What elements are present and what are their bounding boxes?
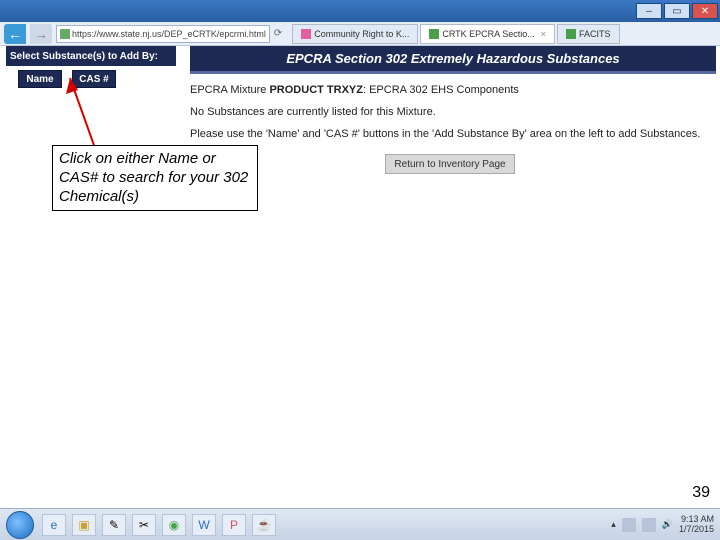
taskbar-icons: e ▣ ✎ ✂ ◉ W P ☕: [42, 514, 276, 536]
chrome-icon[interactable]: ◉: [162, 514, 186, 536]
close-tab-icon[interactable]: ×: [541, 29, 546, 39]
favicon-icon: [566, 29, 576, 39]
maximize-button[interactable]: ▭: [664, 3, 690, 19]
tab-strip: Community Right to K... CRTK EPCRA Secti…: [292, 24, 619, 44]
instruction-text: Please use the 'Name' and 'CAS #' button…: [190, 128, 710, 140]
minimize-button[interactable]: –: [636, 3, 662, 19]
refresh-icon[interactable]: ⟳: [274, 28, 282, 39]
arrow-right-icon: →: [34, 26, 48, 42]
page-banner: EPCRA Section 302 Extremely Hazardous Su…: [190, 46, 716, 74]
back-button[interactable]: ←: [4, 24, 26, 44]
cas-button[interactable]: CAS #: [72, 70, 116, 88]
system-tray: ▴ 🔊 9:13 AM 1/7/2015: [611, 515, 714, 535]
network-icon[interactable]: [642, 518, 656, 532]
no-substances-text: No Substances are currently listed for t…: [190, 106, 710, 118]
tray-up-icon[interactable]: ▴: [611, 519, 616, 530]
explorer-icon[interactable]: ▣: [72, 514, 96, 536]
callout-box: Click on either Name or CAS# to search f…: [52, 145, 258, 211]
app-icon[interactable]: ✎: [102, 514, 126, 536]
clock[interactable]: 9:13 AM 1/7/2015: [679, 515, 714, 535]
lock-icon: [60, 29, 70, 39]
favicon-icon: [301, 29, 311, 39]
powerpoint-icon[interactable]: P: [222, 514, 246, 536]
tab-community-right[interactable]: Community Right to K...: [292, 24, 418, 44]
arrow-left-icon: ←: [8, 26, 22, 42]
main-content: EPCRA Mixture PRODUCT TRXYZ: EPCRA 302 E…: [190, 84, 710, 174]
flag-icon[interactable]: [622, 518, 636, 532]
sidebar-buttons: Name CAS #: [18, 70, 116, 88]
page-content: Select Substance(s) to Add By: Name CAS …: [0, 46, 720, 476]
word-icon[interactable]: W: [192, 514, 216, 536]
slide-number: 39: [692, 484, 710, 502]
window-titlebar: – ▭ ✕: [0, 0, 720, 22]
mixture-heading: EPCRA Mixture PRODUCT TRXYZ: EPCRA 302 E…: [190, 84, 710, 96]
snip-icon[interactable]: ✂: [132, 514, 156, 536]
taskbar: e ▣ ✎ ✂ ◉ W P ☕ ▴ 🔊 9:13 AM 1/7/2015: [0, 508, 720, 540]
java-icon[interactable]: ☕: [252, 514, 276, 536]
address-bar[interactable]: https://www.state.nj.us/DEP_eCRTK/epcrmi…: [56, 25, 270, 43]
name-button[interactable]: Name: [18, 70, 62, 88]
favicon-icon: [429, 29, 439, 39]
ie-icon[interactable]: e: [42, 514, 66, 536]
browser-toolbar: ← → https://www.state.nj.us/DEP_eCRTK/ep…: [0, 22, 720, 46]
tab-crtk-epcra[interactable]: CRTK EPCRA Sectio... ×: [420, 24, 555, 44]
tab-facits[interactable]: FACITS: [557, 24, 620, 44]
url-text: https://www.state.nj.us/DEP_eCRTK/epcrmi…: [72, 29, 266, 39]
volume-icon[interactable]: 🔊: [662, 519, 673, 530]
sidebar-header: Select Substance(s) to Add By:: [6, 46, 176, 66]
forward-button[interactable]: →: [30, 24, 52, 44]
close-button[interactable]: ✕: [692, 3, 718, 19]
start-button[interactable]: [6, 511, 34, 539]
return-inventory-button[interactable]: Return to Inventory Page: [385, 154, 515, 174]
